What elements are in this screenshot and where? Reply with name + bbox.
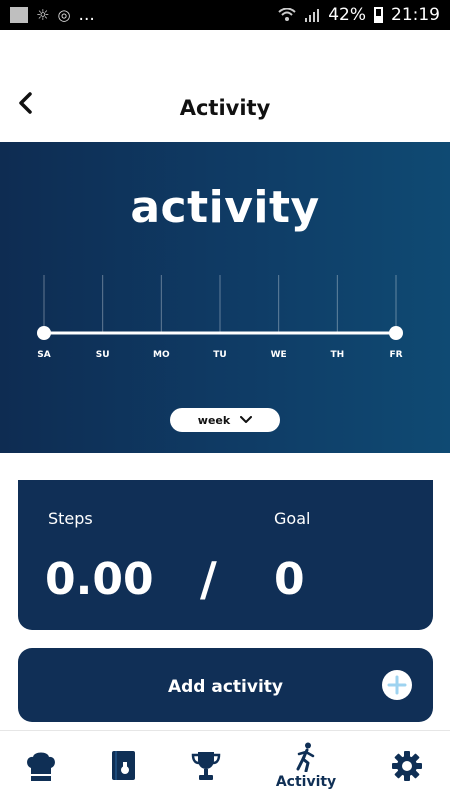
status-right: 42% 21:19 (278, 5, 440, 25)
recipe-book-icon (112, 751, 135, 780)
status-bar: ☼ ◎ ... 42% 21:19 (0, 0, 450, 30)
add-activity-button[interactable]: Add activity (18, 648, 433, 722)
add-icon (382, 670, 412, 700)
nav-item-recipes[interactable] (78, 731, 168, 800)
steps-goal-separator: / (200, 552, 217, 606)
period-selector-label: week (197, 413, 231, 427)
steps-card: Steps Goal 0.00 / 0 (18, 480, 433, 630)
steps-label: Steps (48, 509, 93, 528)
status-left: ☼ ◎ ... (10, 5, 95, 25)
chevron-down-icon (240, 416, 253, 423)
signal-icon (305, 9, 320, 22)
period-selector[interactable]: week (170, 408, 280, 432)
day-label: TU (213, 350, 226, 360)
chef-hat-icon (27, 752, 55, 781)
sync-icon: ◎ (57, 6, 71, 24)
activity-hero: activity SA SU MO TU WE TH FR week (0, 142, 450, 453)
day-label: FR (389, 350, 402, 360)
nav-item-trophy[interactable] (161, 731, 251, 800)
day-label: WE (271, 350, 287, 360)
add-activity-label: Add activity (167, 677, 284, 697)
gear-icon (392, 751, 422, 781)
steps-value: 0.00 (45, 554, 154, 605)
day-label: MO (153, 350, 170, 360)
series-endpoint (37, 326, 51, 340)
day-label: TH (330, 350, 344, 360)
goal-value: 0 (274, 554, 305, 605)
activity-chart: SA SU MO TU WE TH FR (37, 275, 403, 360)
running-icon (296, 742, 315, 772)
battery-icon (374, 7, 383, 23)
day-label: SU (96, 350, 110, 360)
nav-item-chef[interactable] (0, 731, 86, 800)
more-notifications: ... (78, 5, 95, 25)
clock: 21:19 (391, 5, 440, 25)
nav-item-settings[interactable] (362, 731, 450, 800)
battery-percent: 42% (328, 5, 366, 25)
bottom-nav: Activity (0, 730, 450, 800)
trophy-icon (191, 752, 221, 780)
weather-icon: ☼ (36, 6, 50, 24)
app-header: Activity (0, 30, 450, 142)
nav-item-activity-label: Activity (275, 774, 337, 790)
gallery-icon (10, 7, 28, 23)
page-title: Activity (179, 96, 271, 120)
nav-item-activity[interactable]: Activity (261, 731, 351, 800)
wifi-icon (278, 8, 296, 21)
goal-label: Goal (274, 509, 311, 528)
series-endpoint (389, 326, 403, 340)
day-label: SA (37, 350, 50, 360)
